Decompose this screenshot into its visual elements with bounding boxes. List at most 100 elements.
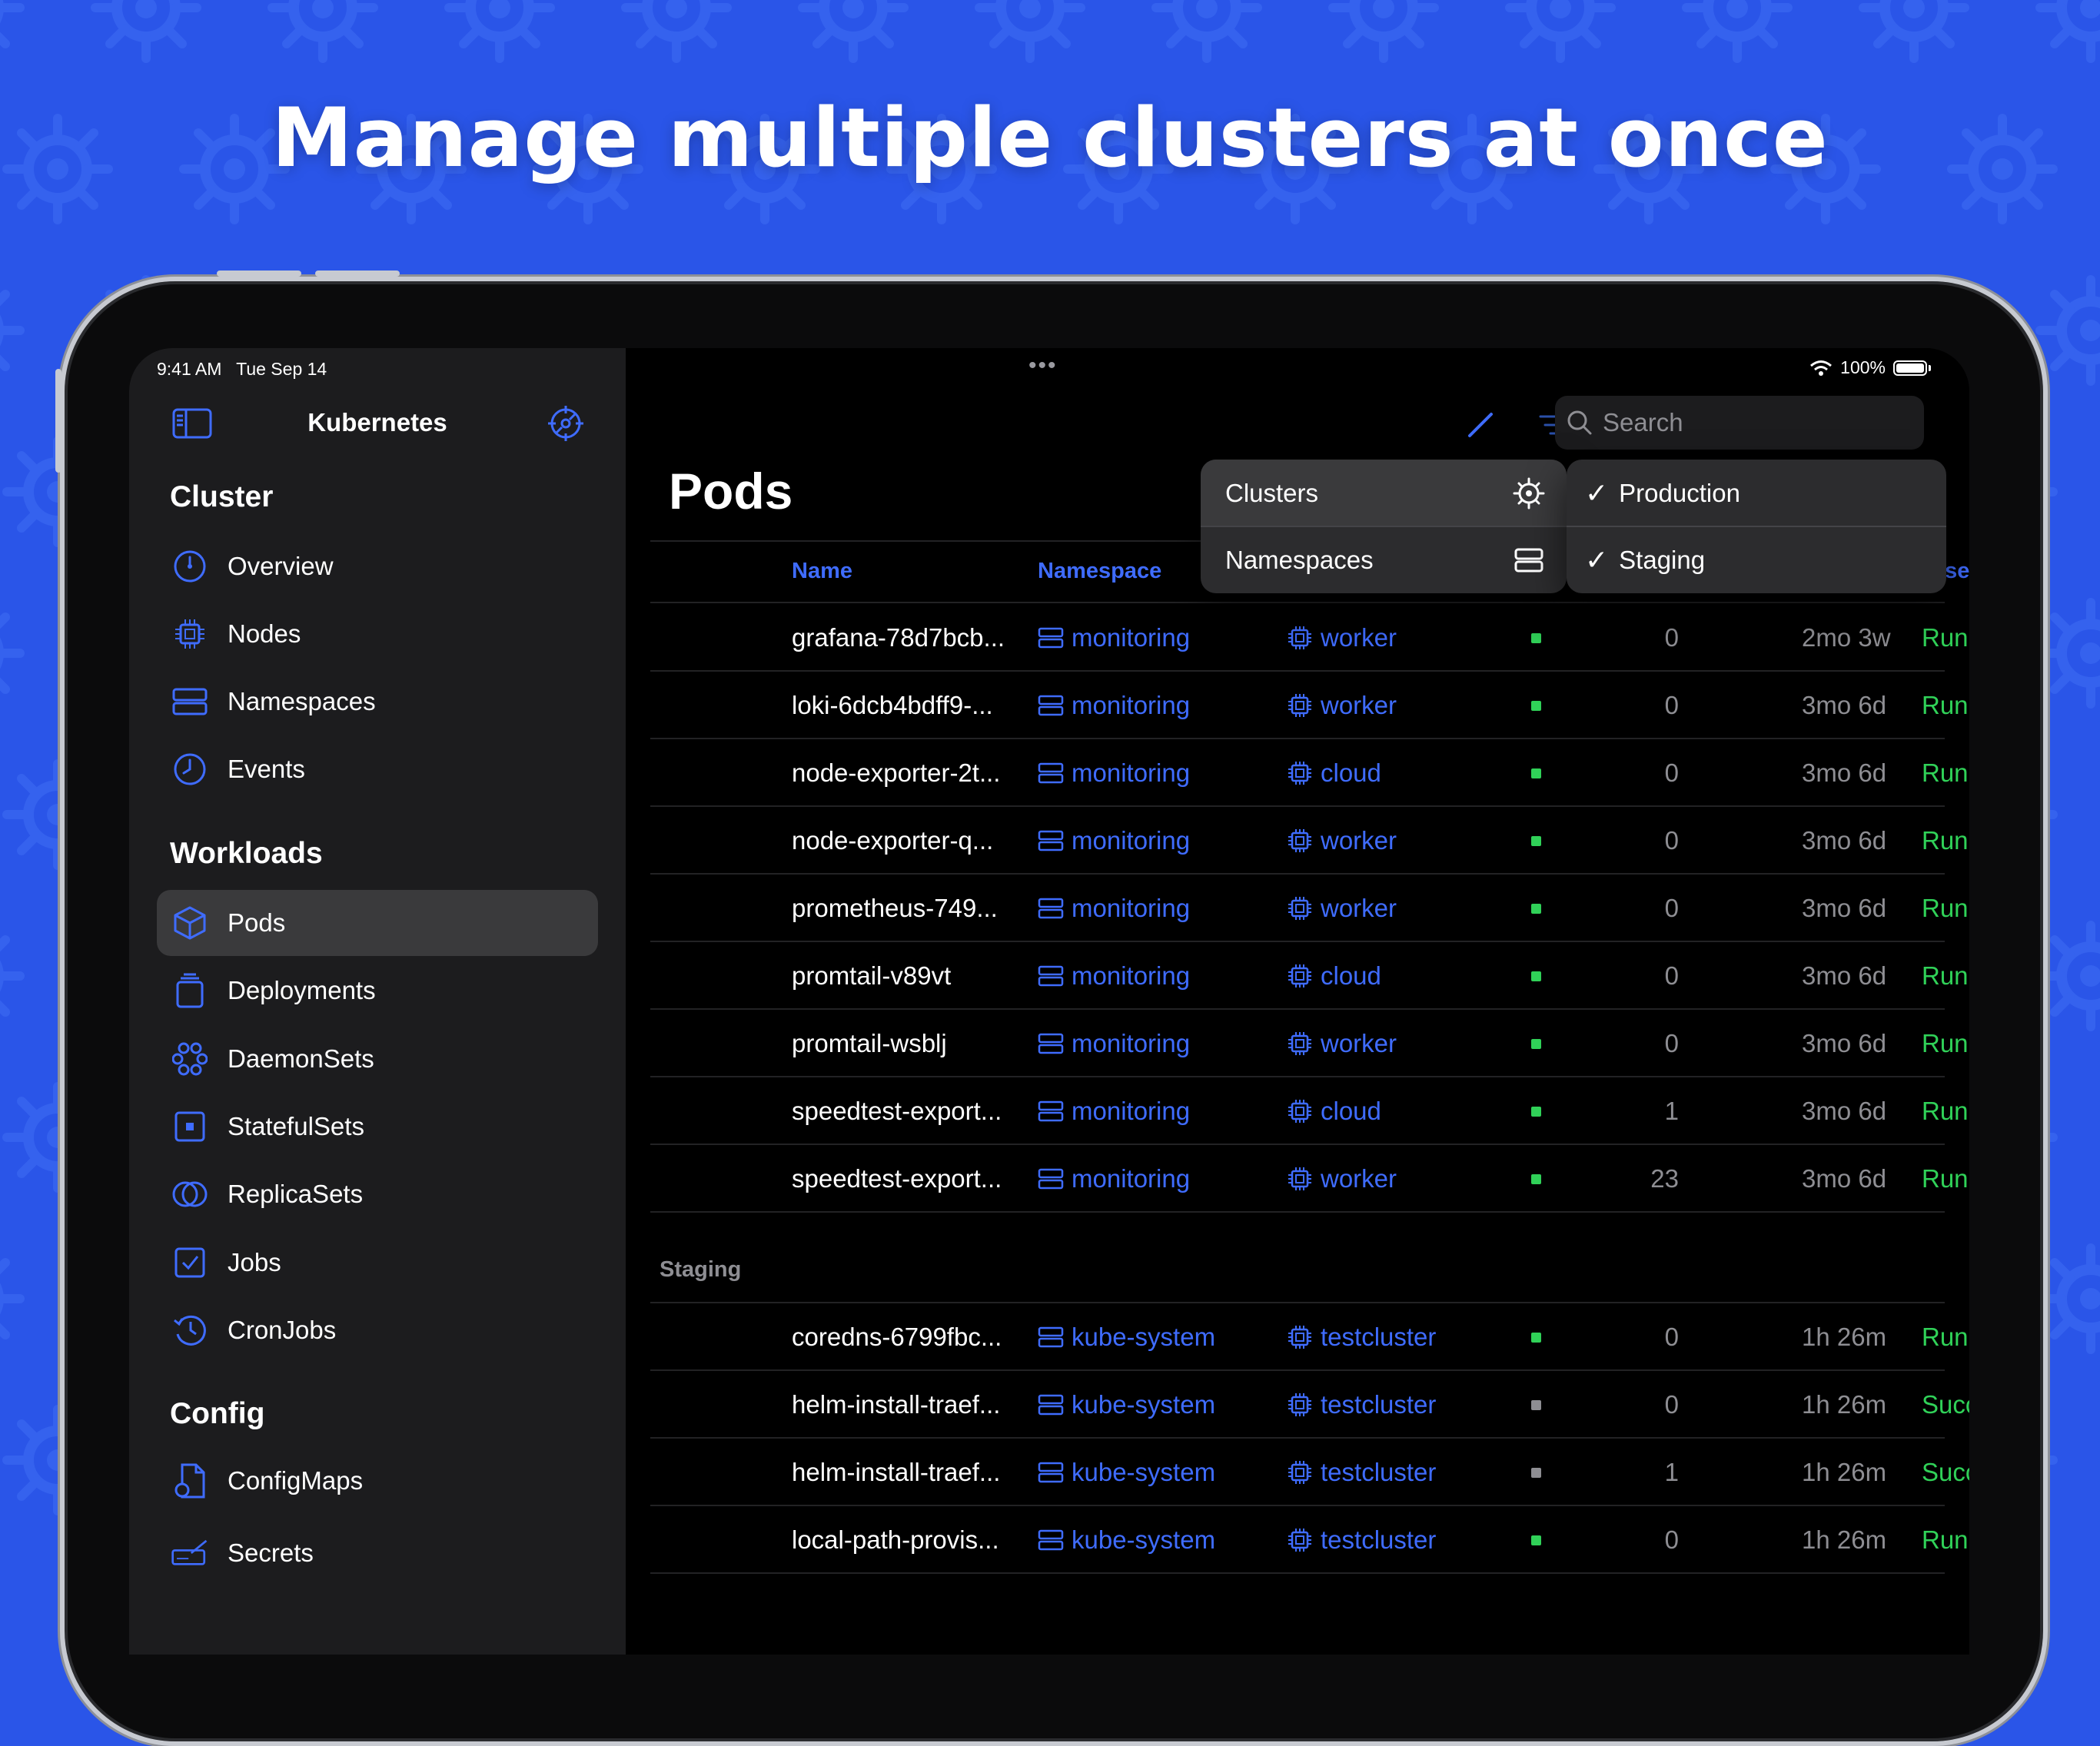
namespace-icon bbox=[1514, 548, 1543, 572]
pod-node[interactable]: worker bbox=[1287, 672, 1397, 739]
pod-namespace[interactable]: monitoring bbox=[1038, 1077, 1190, 1145]
pod-namespace[interactable]: kube-system bbox=[1038, 1371, 1215, 1439]
pod-name: promtail-v89vt bbox=[792, 961, 952, 990]
sidebar-item-pods[interactable]: Pods bbox=[157, 890, 598, 956]
pod-namespace[interactable]: monitoring bbox=[1038, 807, 1190, 875]
sidebar-item-namespaces[interactable]: Namespaces bbox=[157, 669, 598, 735]
table-row[interactable]: node-exporter-2t... monitoring cloud 0 3mo 6… bbox=[626, 739, 1969, 807]
pencil-icon bbox=[1468, 413, 1493, 437]
pod-age: 1h 26m bbox=[1802, 1390, 1887, 1419]
ready-indicator bbox=[1531, 807, 1541, 875]
sidebar-item-label: Jobs bbox=[228, 1248, 281, 1276]
table-row[interactable]: coredns-6799fbc... kube-system testcluster… bbox=[626, 1303, 1969, 1371]
node-label: testcluster bbox=[1321, 1323, 1437, 1351]
pod-node[interactable]: testcluster bbox=[1287, 1506, 1436, 1574]
sidebar-item-deployments[interactable]: Deployments bbox=[157, 958, 598, 1024]
menu-item-namespaces[interactable]: Namespaces bbox=[1201, 526, 1567, 593]
pod-name: speedtest-export... bbox=[792, 1097, 1002, 1125]
pod-node[interactable]: worker bbox=[1287, 1145, 1397, 1213]
pod-node[interactable]: cloud bbox=[1287, 1077, 1381, 1145]
sidebar-item-events[interactable]: Events bbox=[157, 736, 598, 802]
pod-node[interactable]: worker bbox=[1287, 1010, 1397, 1077]
table-row[interactable]: local-path-provis... kube-system testclust… bbox=[626, 1506, 1969, 1574]
table-row[interactable]: promtail-v89vt monitoring cloud 0 3mo 6d Runn… bbox=[626, 942, 1969, 1010]
pod-namespace[interactable]: monitoring bbox=[1038, 739, 1190, 807]
submenu-item-production[interactable]: ✓ Production bbox=[1567, 460, 1946, 526]
pod-namespace[interactable]: monitoring bbox=[1038, 875, 1190, 942]
gauge-icon bbox=[174, 550, 206, 583]
edit-button[interactable] bbox=[1459, 403, 1502, 446]
table-row[interactable]: helm-install-traef... kube-system testclus… bbox=[626, 1439, 1969, 1506]
menu-item-label: Clusters bbox=[1225, 478, 1319, 507]
pod-namespace[interactable]: kube-system bbox=[1038, 1439, 1215, 1506]
helm-pattern-icon bbox=[1510, 0, 1611, 58]
cpu-icon bbox=[1288, 1529, 1311, 1552]
ready-indicator bbox=[1531, 1145, 1541, 1213]
pod-node[interactable]: cloud bbox=[1287, 942, 1381, 1010]
sidebar-item-nodes[interactable]: Nodes bbox=[157, 601, 598, 667]
pod-age: 3mo 6d bbox=[1802, 1164, 1887, 1193]
pod-namespace[interactable]: monitoring bbox=[1038, 1010, 1190, 1077]
table-row[interactable]: loki-6dcb4bdff9-... monitoring worker 0 3mo … bbox=[626, 672, 1969, 739]
circle-cluster-icon bbox=[172, 1042, 208, 1076]
sidebar-item-configmaps[interactable]: ConfigMaps bbox=[157, 1448, 598, 1514]
divider bbox=[650, 1211, 1945, 1213]
pod-namespace[interactable]: monitoring bbox=[1038, 672, 1190, 739]
ready-indicator bbox=[1531, 739, 1541, 807]
pod-node[interactable]: worker bbox=[1287, 807, 1397, 875]
table-row[interactable]: promtail-wsblj monitoring worker 0 3mo 6d Run… bbox=[626, 1010, 1969, 1077]
sidebar-item-daemonsets[interactable]: DaemonSets bbox=[157, 1026, 598, 1092]
node-label: cloud bbox=[1321, 1097, 1381, 1125]
node-label: worker bbox=[1321, 623, 1397, 652]
pod-namespace[interactable]: monitoring bbox=[1038, 942, 1190, 1010]
checkmark-icon: ✓ bbox=[1585, 476, 1609, 509]
column-header-namespace[interactable]: Namespace bbox=[1038, 559, 1161, 584]
search-field[interactable] bbox=[1555, 396, 1924, 450]
pod-node[interactable]: worker bbox=[1287, 604, 1397, 672]
table-row[interactable]: prometheus-749... monitoring worker 0 3mo 6d… bbox=[626, 875, 1969, 942]
pod-node[interactable]: testcluster bbox=[1287, 1439, 1436, 1506]
node-label: cloud bbox=[1321, 758, 1381, 787]
pod-restarts: 0 bbox=[1664, 1323, 1679, 1351]
pod-node[interactable]: testcluster bbox=[1287, 1371, 1436, 1439]
table-row[interactable]: node-exporter-q... monitoring worker 0 3mo 6… bbox=[626, 807, 1969, 875]
pod-name: node-exporter-q... bbox=[792, 826, 994, 855]
wifi-icon bbox=[1810, 360, 1833, 376]
helm-pattern-icon bbox=[802, 0, 904, 58]
table-row[interactable]: grafana-78d7bcb... monitoring worker 0 2mo 3… bbox=[626, 604, 1969, 672]
multitasking-dots[interactable]: ••• bbox=[1028, 353, 1058, 379]
sidebar-item-statefulsets[interactable]: StatefulSets bbox=[157, 1094, 598, 1160]
status-time: 9:41 AM Tue Sep 14 bbox=[157, 359, 327, 379]
submenu-item-staging[interactable]: ✓ Staging bbox=[1567, 526, 1946, 593]
sidebar-item-label: DaemonSets bbox=[228, 1044, 374, 1073]
table-row[interactable]: helm-install-traef... kube-system testclus… bbox=[626, 1371, 1969, 1439]
table-row[interactable]: speedtest-export... monitoring cloud 1 3mo 6… bbox=[626, 1077, 1969, 1145]
sidebar-item-jobs[interactable]: Jobs bbox=[157, 1230, 598, 1296]
pod-name: helm-install-traef... bbox=[792, 1458, 1001, 1486]
pod-namespace[interactable]: kube-system bbox=[1038, 1303, 1215, 1371]
search-input[interactable] bbox=[1601, 407, 1896, 438]
sidebar-item-overview[interactable]: Overview bbox=[157, 533, 598, 599]
pod-node[interactable]: cloud bbox=[1287, 739, 1381, 807]
pod-age: 2mo 3w bbox=[1802, 623, 1891, 652]
settings-button[interactable] bbox=[543, 400, 589, 446]
sidebar-item-secrets[interactable]: Secrets bbox=[157, 1520, 598, 1586]
cpu-icon bbox=[1288, 1326, 1311, 1349]
pod-restarts: 1 bbox=[1664, 1458, 1679, 1486]
document-gear-icon bbox=[174, 1463, 205, 1499]
pod-node[interactable]: testcluster bbox=[1287, 1303, 1436, 1371]
column-header-name[interactable]: Name bbox=[792, 559, 852, 584]
table-row[interactable]: speedtest-export... monitoring worker 23 3mo… bbox=[626, 1145, 1969, 1213]
pod-namespace[interactable]: kube-system bbox=[1038, 1506, 1215, 1574]
pod-node[interactable]: worker bbox=[1287, 875, 1397, 942]
sidebar-item-label: Namespaces bbox=[228, 687, 376, 715]
pod-namespace[interactable]: monitoring bbox=[1038, 604, 1190, 672]
sidebar-item-label: Events bbox=[228, 755, 305, 783]
sidebar-item-label: Deployments bbox=[228, 976, 376, 1004]
pod-restarts: 0 bbox=[1664, 691, 1679, 719]
sidebar-item-cronjobs[interactable]: CronJobs bbox=[157, 1297, 598, 1363]
pod-namespace[interactable]: monitoring bbox=[1038, 1145, 1190, 1213]
section-cluster: Cluster bbox=[170, 480, 274, 513]
menu-item-clusters[interactable]: Clusters bbox=[1201, 460, 1567, 526]
sidebar-item-replicasets[interactable]: ReplicaSets bbox=[157, 1161, 598, 1227]
